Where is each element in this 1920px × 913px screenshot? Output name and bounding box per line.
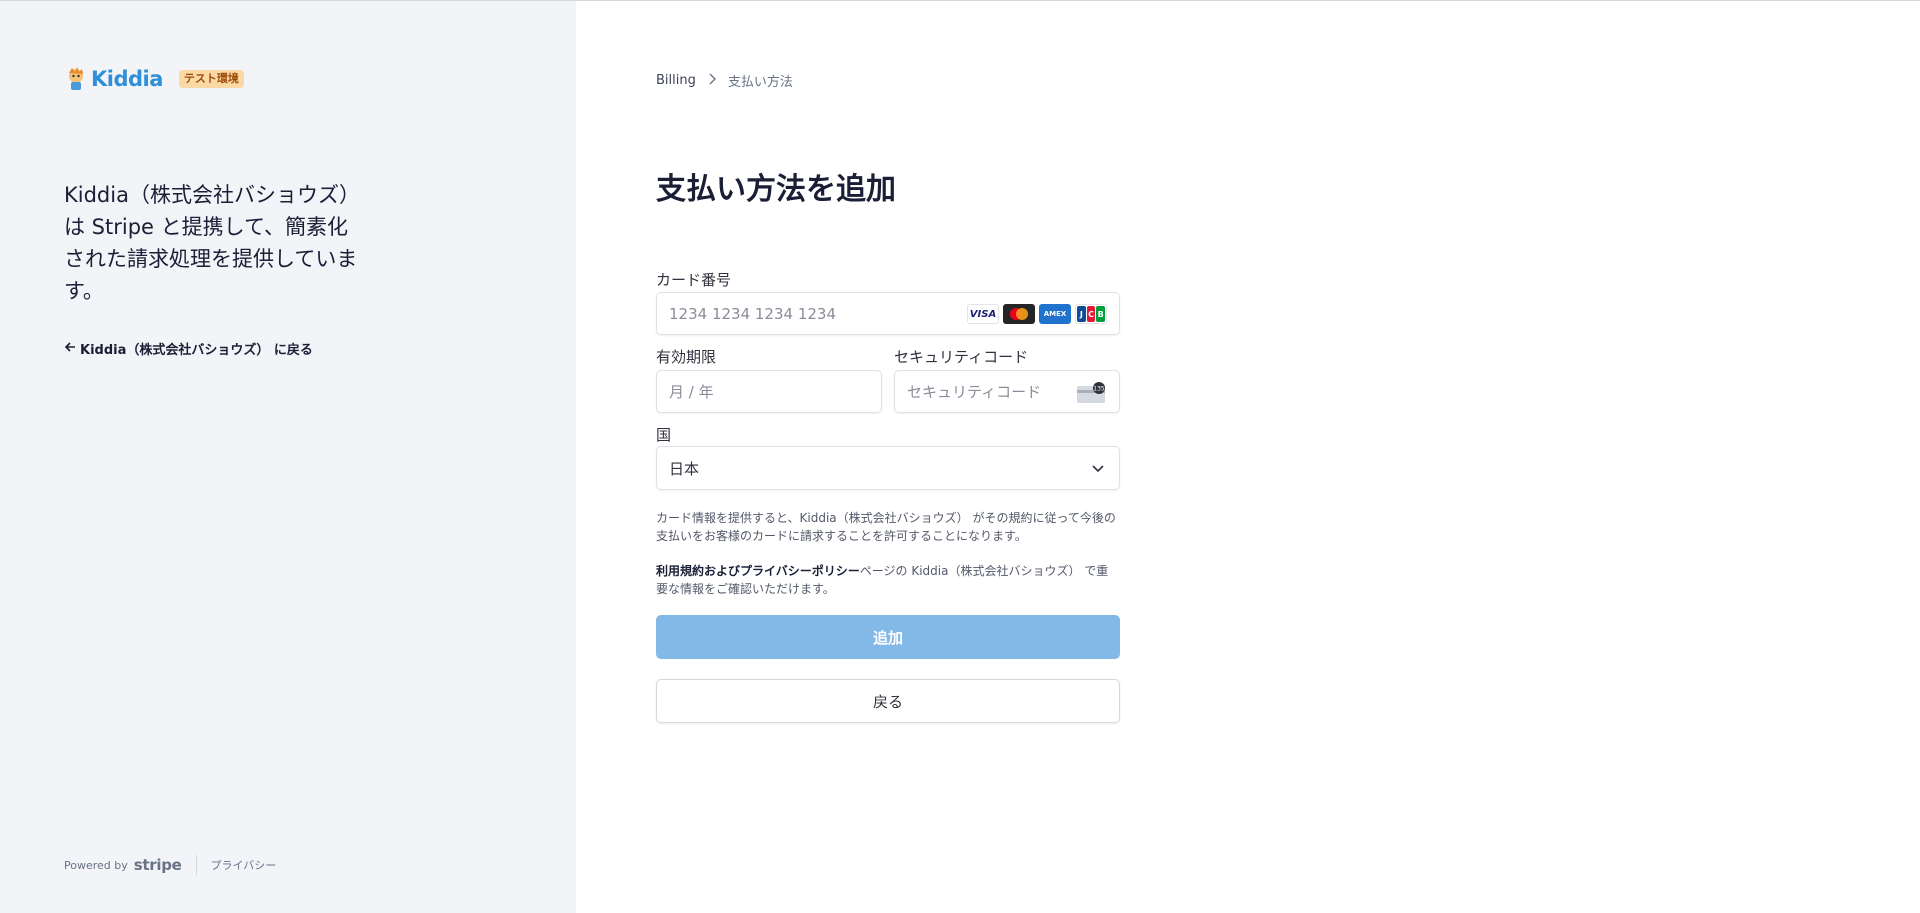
add-button[interactable]: 追加 bbox=[656, 615, 1120, 659]
amex-icon: AMEX bbox=[1039, 304, 1071, 324]
chevron-down-icon bbox=[1091, 461, 1105, 479]
chevron-right-icon bbox=[708, 73, 716, 89]
privacy-link[interactable]: プライバシー bbox=[211, 857, 277, 873]
merchant-tagline: Kiddia（株式会社バショウズ） は Stripe と提携して、簡素化された請… bbox=[64, 183, 360, 303]
cvc-card-icon: 135 bbox=[1077, 382, 1107, 403]
terms-notice: 利用規約およびプライバシーポリシーページの Kiddia（株式会社バショウズ） … bbox=[656, 562, 1120, 598]
card-number-label: カード番号 bbox=[656, 271, 732, 289]
test-mode-badge: テスト環境 bbox=[178, 70, 244, 88]
card-number-input[interactable]: 1234 1234 1234 1234 VISA AMEX JCB bbox=[656, 292, 1120, 335]
back-to-merchant-link[interactable]: Kiddia（株式会社バショウズ） に戻る bbox=[64, 339, 313, 358]
expiry-input[interactable]: 月 / 年 bbox=[656, 370, 882, 413]
breadcrumb-billing[interactable]: Billing bbox=[656, 73, 696, 88]
stripe-logo[interactable]: stripe bbox=[134, 856, 182, 874]
cvc-label: セキュリティコード bbox=[894, 348, 1029, 366]
expiry-placeholder: 月 / 年 bbox=[669, 383, 714, 401]
footer-divider bbox=[195, 855, 197, 875]
merchant-panel: Kiddia テスト環境 Kiddia（株式会社バショウズ） は Stripe … bbox=[0, 1, 576, 913]
card-number-placeholder: 1234 1234 1234 1234 bbox=[669, 304, 836, 323]
arrow-left-icon bbox=[64, 341, 76, 357]
country-value: 日本 bbox=[669, 459, 700, 478]
page-title: 支払い方法を追加 bbox=[656, 172, 896, 207]
footer: Powered by stripe プライバシー bbox=[64, 855, 276, 875]
country-select[interactable]: 日本 bbox=[656, 446, 1120, 490]
merchant-brand[interactable]: Kiddia テスト環境 bbox=[64, 67, 244, 91]
expiry-label: 有効期限 bbox=[656, 348, 717, 366]
terms-link[interactable]: 利用規約およびプライバシーポリシー bbox=[656, 564, 860, 578]
merchant-name: Kiddia bbox=[91, 67, 163, 91]
breadcrumb-current: 支払い方法 bbox=[727, 75, 793, 90]
svg-text:135: 135 bbox=[1093, 386, 1105, 393]
mastercard-icon bbox=[1003, 304, 1035, 324]
authorization-notice: カード情報を提供すると、Kiddia（株式会社バショウズ） がその規約に従って今… bbox=[656, 511, 1116, 543]
card-brand-logos: VISA AMEX JCB bbox=[967, 304, 1107, 324]
powered-by-label: Powered by bbox=[64, 858, 128, 872]
cvc-placeholder: セキュリティコード bbox=[907, 383, 1042, 401]
visa-icon: VISA bbox=[967, 304, 999, 324]
back-button[interactable]: 戻る bbox=[656, 679, 1120, 723]
breadcrumb: Billing 支払い方法 bbox=[656, 71, 793, 90]
cvc-input[interactable]: セキュリティコード 135 bbox=[894, 370, 1120, 413]
mascot-icon bbox=[64, 67, 88, 91]
back-link-label: Kiddia（株式会社バショウズ） に戻る bbox=[80, 343, 313, 358]
jcb-icon: JCB bbox=[1075, 304, 1107, 324]
country-label: 国 bbox=[656, 426, 672, 444]
